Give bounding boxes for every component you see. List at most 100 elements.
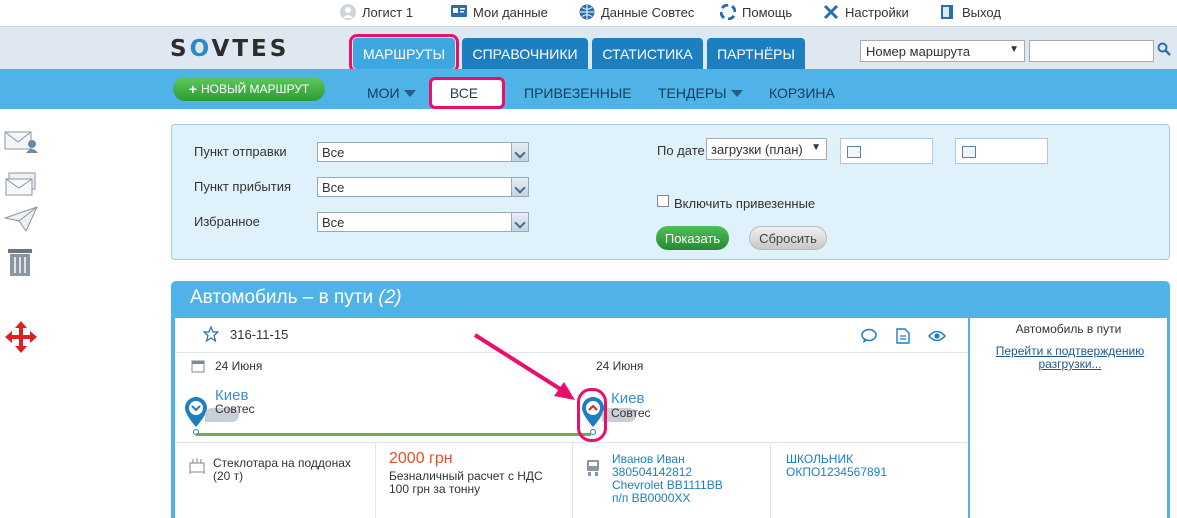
by-date-label: По дате xyxy=(657,143,705,158)
calendar-icon[interactable] xyxy=(847,146,861,158)
user-name: Логист 1 xyxy=(362,4,414,20)
sovtes-data-label: Данные Совтес xyxy=(601,4,695,20)
departure-value: Все xyxy=(322,145,345,160)
tab-statistics[interactable]: СТАТИСТИКА xyxy=(592,38,703,69)
sovtes-logo[interactable]: SOVTES xyxy=(170,36,289,62)
divider xyxy=(572,443,573,518)
annotation-arrow xyxy=(473,333,575,400)
divider xyxy=(375,443,376,518)
cargo-weight: (20 т) xyxy=(213,469,244,483)
nav-all-label: ВСЕ xyxy=(449,85,479,101)
door-icon xyxy=(940,4,956,20)
chevron-down-icon: ▼ xyxy=(1009,44,1019,55)
nav-mine[interactable]: МОИ xyxy=(367,85,416,101)
globe-icon xyxy=(579,4,595,20)
calendar-icon xyxy=(191,359,205,376)
payment-type: Безналичный расчет с НДС xyxy=(389,469,543,483)
arrival-date: 24 Июня xyxy=(596,359,644,373)
chevron-down-icon xyxy=(511,178,528,196)
favorite-select[interactable]: Все xyxy=(317,212,529,232)
route-number[interactable]: 316-11-15 xyxy=(230,327,288,342)
arrival-value: Все xyxy=(322,180,345,195)
nav-tenders-label: ТЕНДЕРЫ xyxy=(658,85,727,101)
cargo-icon xyxy=(189,456,205,477)
reset-button[interactable]: Сбросить xyxy=(749,226,827,250)
envelopes-icon[interactable] xyxy=(4,170,38,200)
vehicle[interactable]: Chevrolet BB1111BB xyxy=(612,478,723,492)
my-data-link[interactable]: Мои данные xyxy=(451,4,548,20)
client-name[interactable]: ШКОЛЬНИК xyxy=(786,452,853,466)
user-icon xyxy=(340,4,356,20)
chevron-down-icon xyxy=(511,143,528,161)
help-link[interactable]: Помощь xyxy=(719,3,793,21)
nav-all[interactable]: ВСЕ xyxy=(429,77,505,109)
route-progress-line xyxy=(196,433,591,436)
include-delivered-label: Включить привезенные xyxy=(674,196,816,211)
settings-label: Настройки xyxy=(845,4,909,20)
departure-pin-icon[interactable] xyxy=(185,397,207,435)
tab-routes[interactable]: МАРШРУТЫ xyxy=(349,34,459,73)
driver-name[interactable]: Иванов Иван xyxy=(612,452,685,466)
new-route-label: НОВЫЙ МАРШРУТ xyxy=(200,82,310,96)
truck-icon xyxy=(585,459,601,480)
help-label: Помощь xyxy=(742,4,793,20)
search-icon[interactable] xyxy=(1157,42,1173,58)
tab-directories[interactable]: СПРАВОЧНИКИ xyxy=(462,38,588,69)
departure-select[interactable]: Все xyxy=(317,142,529,162)
departure-date: 24 Июня xyxy=(215,359,263,373)
settings-link[interactable]: Настройки xyxy=(823,4,909,20)
calendar-icon[interactable] xyxy=(962,146,976,158)
divider xyxy=(770,443,771,518)
arrival-select[interactable]: Все xyxy=(317,177,529,197)
date-type-value: загрузки (план) xyxy=(711,142,803,157)
document-icon[interactable] xyxy=(896,328,910,347)
chevron-down-icon: ▼ xyxy=(811,142,821,153)
favorite-value: Все xyxy=(322,215,345,230)
date-from-input[interactable] xyxy=(840,138,933,164)
lifebuoy-icon xyxy=(719,3,737,21)
contact-mail-icon[interactable] xyxy=(4,128,38,158)
search-input[interactable] xyxy=(1029,40,1154,62)
user-menu[interactable]: Логист 1 xyxy=(340,4,413,20)
trash-icon[interactable] xyxy=(4,247,38,277)
nav-delivered[interactable]: ПРИВЕЗЕННЫЕ xyxy=(524,85,632,101)
eye-icon[interactable] xyxy=(927,330,947,345)
route-select-value: Номер маршрута xyxy=(866,44,971,59)
driver-phone[interactable]: 380504142812 xyxy=(612,465,692,479)
nav-tenders[interactable]: ТЕНДЕРЫ xyxy=(658,85,743,101)
section-title: Автомобиль – в пути (2) xyxy=(190,287,402,309)
departure-label: Пункт отправки xyxy=(194,144,287,159)
include-delivered-checkbox[interactable] xyxy=(657,195,669,207)
tab-partners[interactable]: ПАРТНЁРЫ xyxy=(707,38,805,69)
star-icon[interactable] xyxy=(202,325,220,345)
arrival-label: Пункт прибытия xyxy=(194,179,291,194)
new-route-button[interactable]: + НОВЫЙ МАРШРУТ xyxy=(173,77,325,101)
paper-plane-icon[interactable] xyxy=(3,206,38,236)
caret-down-icon xyxy=(730,89,743,97)
show-button[interactable]: Показать xyxy=(656,226,729,250)
nav-mine-label: МОИ xyxy=(367,85,400,101)
client-okpo[interactable]: ОКПО1234567891 xyxy=(786,465,887,479)
trailer[interactable]: п/п BB0000XX xyxy=(612,491,690,505)
logout-label: Выход xyxy=(962,4,1001,20)
sovtes-data-link[interactable]: Данные Совтес xyxy=(579,4,694,20)
nav-trash[interactable]: КОРЗИНА xyxy=(769,85,835,101)
departure-company: Совтес xyxy=(215,402,255,416)
move-arrows-icon[interactable] xyxy=(4,320,38,353)
route-number-select[interactable]: Номер маршрута ▼ xyxy=(860,40,1025,62)
nav-delivered-label: ПРИВЕЗЕННЫЕ xyxy=(524,85,632,101)
nav-trash-label: КОРЗИНА xyxy=(769,85,835,101)
caret-down-icon xyxy=(403,89,416,97)
comment-icon[interactable] xyxy=(861,328,877,347)
section-title-text: Автомобиль – в пути xyxy=(190,287,374,308)
my-data-label: Мои данные xyxy=(473,4,548,20)
date-type-select[interactable]: загрузки (план) ▼ xyxy=(706,138,827,160)
date-to-input[interactable] xyxy=(955,138,1048,164)
arrival-city[interactable]: Киев xyxy=(611,390,644,407)
confirm-unload-link[interactable]: Перейти к подтверждению разгрузки... xyxy=(990,345,1150,371)
favorite-label: Избранное xyxy=(194,214,260,229)
tools-icon xyxy=(823,4,839,20)
status-text: Автомобиль в пути xyxy=(1015,322,1122,336)
id-card-icon xyxy=(451,4,467,20)
logout-link[interactable]: Выход xyxy=(940,4,1001,20)
